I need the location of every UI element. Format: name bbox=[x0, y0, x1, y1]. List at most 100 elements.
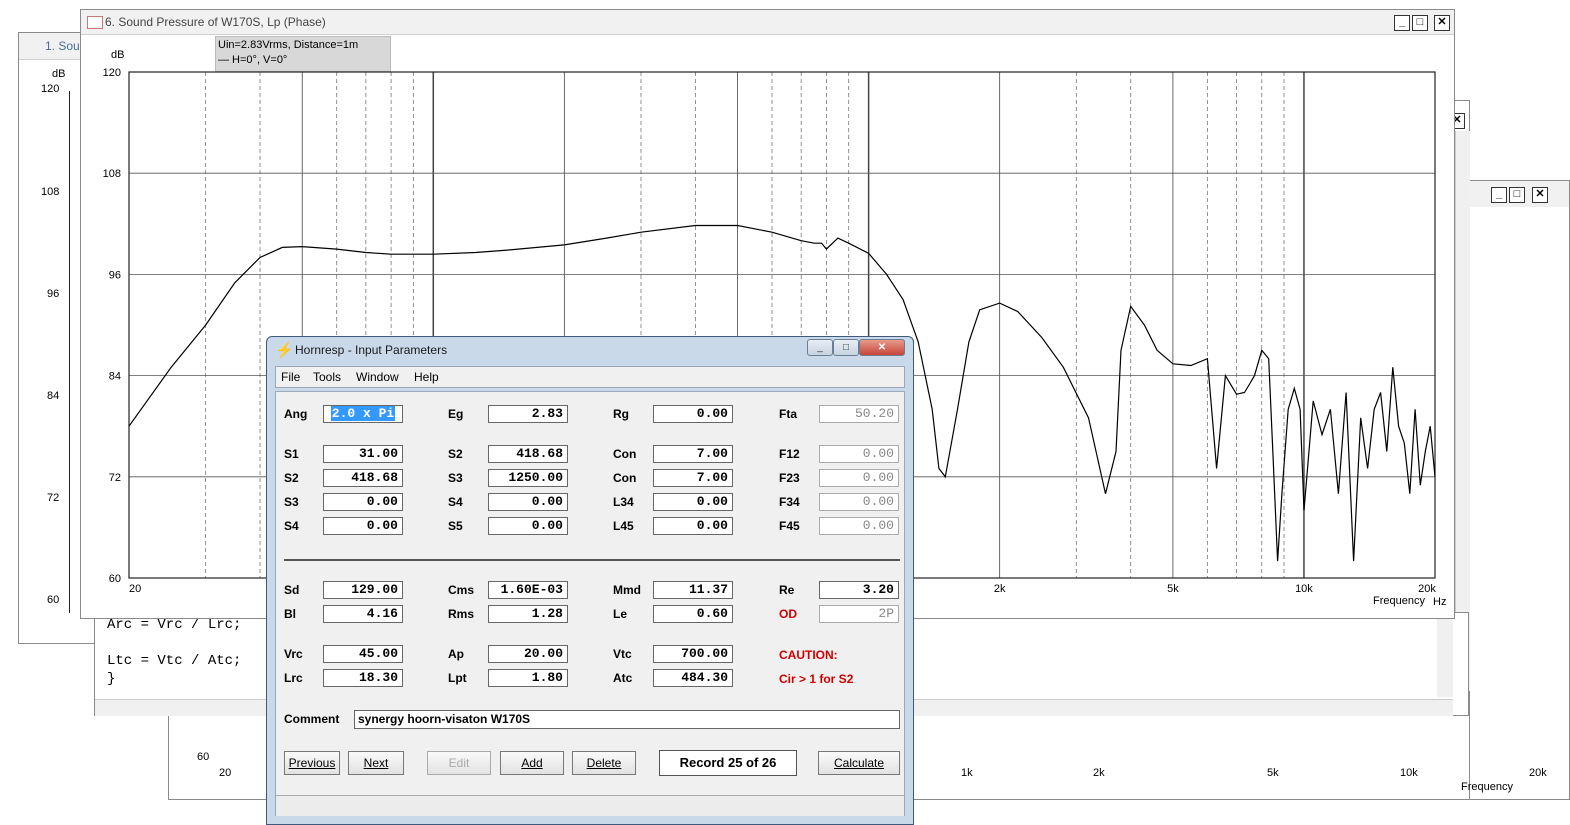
param-field-vtc[interactable]: 700.00 bbox=[653, 645, 733, 663]
param-field-f34[interactable]: 0.00 bbox=[819, 493, 899, 511]
param-label-s4: S4 bbox=[448, 495, 463, 509]
next-button[interactable]: Next bbox=[348, 751, 404, 775]
comment-label: Comment bbox=[284, 712, 340, 726]
close-button[interactable]: ✕ bbox=[1434, 15, 1450, 31]
param-field-mmd[interactable]: 11.37 bbox=[653, 581, 733, 599]
param-field-con[interactable]: 7.00 bbox=[653, 445, 733, 463]
x-tick: 20 bbox=[219, 767, 232, 779]
param-field-sd[interactable]: 129.00 bbox=[323, 581, 403, 599]
param-field-lpt[interactable]: 1.80 bbox=[488, 669, 568, 687]
param-field-rms[interactable]: 1.28 bbox=[488, 605, 568, 623]
menu-help[interactable]: Help bbox=[414, 370, 439, 384]
calculate-button[interactable]: Calculate bbox=[818, 751, 900, 775]
caution-text: Cir > 1 for S2 bbox=[779, 672, 854, 686]
param-field-bl[interactable]: 4.16 bbox=[323, 605, 403, 623]
param-field-con[interactable]: 7.00 bbox=[653, 469, 733, 487]
y-tick-label: 108 bbox=[103, 168, 121, 180]
param-field-cms[interactable]: 1.60E-03 bbox=[488, 581, 568, 599]
code-line: } bbox=[107, 671, 116, 687]
x-tick: 1k bbox=[961, 767, 973, 779]
maximize-button[interactable]: □ bbox=[1509, 187, 1525, 203]
param-label-ap: Ap bbox=[448, 647, 464, 661]
param-label-con: Con bbox=[613, 447, 637, 461]
next-label: Next bbox=[363, 756, 389, 770]
param-label-vtc: Vtc bbox=[613, 647, 632, 661]
param-field-re[interactable]: 3.20 bbox=[819, 581, 899, 599]
param-field-s1[interactable]: 31.00 bbox=[323, 445, 403, 463]
param-label-cms: Cms bbox=[448, 583, 475, 597]
param-field-fta[interactable]: 50.20 bbox=[819, 405, 899, 423]
param-field-le[interactable]: 0.60 bbox=[653, 605, 733, 623]
param-label-fta: Fta bbox=[779, 407, 797, 421]
param-label-f12: F12 bbox=[779, 447, 800, 461]
comment-value: synergy hoorn-visaton W170S bbox=[358, 712, 531, 726]
param-field-s3[interactable]: 1250.00 bbox=[488, 469, 568, 487]
param-label-l45: L45 bbox=[613, 519, 634, 533]
param-field-atc[interactable]: 484.30 bbox=[653, 669, 733, 687]
vertical-scrollbar[interactable] bbox=[1437, 617, 1453, 697]
comment-field[interactable]: synergy hoorn-visaton W170S bbox=[354, 710, 900, 729]
param-field-f45[interactable]: 0.00 bbox=[819, 517, 899, 535]
param-field-s2[interactable]: 418.68 bbox=[488, 445, 568, 463]
x-tick-label: 10k bbox=[1295, 583, 1313, 595]
param-label-mmd: Mmd bbox=[613, 583, 641, 597]
maximize-button[interactable]: □ bbox=[833, 339, 859, 356]
divider bbox=[284, 559, 900, 561]
y-tick-label: 120 bbox=[103, 67, 121, 79]
param-label-atc: Atc bbox=[613, 671, 633, 685]
minimize-button[interactable]: _ bbox=[1394, 15, 1410, 31]
param-label-le: Le bbox=[613, 607, 628, 621]
delete-button[interactable]: Delete bbox=[572, 751, 636, 775]
param-label-f23: F23 bbox=[779, 471, 800, 485]
param-label-s3: S3 bbox=[284, 495, 299, 509]
param-field-f23[interactable]: 0.00 bbox=[819, 469, 899, 487]
param-label-f45: F45 bbox=[779, 519, 800, 533]
param-field-od[interactable]: 2P bbox=[819, 605, 899, 623]
close-button[interactable]: ✕ bbox=[1532, 187, 1548, 203]
param-field-eg[interactable]: 2.83 bbox=[488, 405, 568, 423]
param-label-s2: S2 bbox=[284, 471, 299, 485]
parameters-panel: Ang 2.0 x Pi Eg 2.83 Rg 0.00 Fta 50.20 S1 31.00 S2… bbox=[275, 391, 905, 816]
param-field-s4[interactable]: 0.00 bbox=[323, 517, 403, 535]
edit-button[interactable]: Edit bbox=[427, 751, 491, 775]
y-tick: 96 bbox=[47, 288, 60, 300]
param-label-rms: Rms bbox=[448, 607, 475, 621]
param-field-s5[interactable]: 0.00 bbox=[488, 517, 568, 535]
param-field-l34[interactable]: 0.00 bbox=[653, 493, 733, 511]
param-label-con: Con bbox=[613, 471, 637, 485]
param-field-ap[interactable]: 20.00 bbox=[488, 645, 568, 663]
param-label-s4: S4 bbox=[284, 519, 299, 533]
param-field-s4[interactable]: 0.00 bbox=[488, 493, 568, 511]
previous-button[interactable]: Previous bbox=[284, 751, 340, 775]
x-axis-unit: Hz bbox=[1433, 596, 1446, 608]
menu-tools[interactable]: Tools bbox=[313, 370, 341, 384]
x-tick: 20k bbox=[1529, 767, 1547, 779]
menu-bar: File Tools Window Help bbox=[275, 366, 905, 388]
param-field-l45[interactable]: 0.00 bbox=[653, 517, 733, 535]
x-tick-label: 20 bbox=[129, 583, 141, 595]
param-field-lrc[interactable]: 18.30 bbox=[323, 669, 403, 687]
param-field-vrc[interactable]: 45.00 bbox=[323, 645, 403, 663]
param-field-s3[interactable]: 0.00 bbox=[323, 493, 403, 511]
param-label-od: OD bbox=[779, 607, 797, 621]
minimize-button[interactable]: _ bbox=[1491, 187, 1507, 203]
window-title: 6. Sound Pressure of W170S, Lp (Phase) bbox=[105, 15, 326, 29]
param-label-lrc: Lrc bbox=[284, 671, 303, 685]
param-field-s2[interactable]: 418.68 bbox=[323, 469, 403, 487]
param-field-rg[interactable]: 0.00 bbox=[653, 405, 733, 423]
close-button[interactable]: ✕ bbox=[859, 339, 905, 356]
param-label-s3: S3 bbox=[448, 471, 463, 485]
record-indicator: Record 25 of 26 bbox=[659, 750, 797, 776]
menu-file[interactable]: File bbox=[281, 370, 300, 384]
menu-window[interactable]: Window bbox=[356, 370, 399, 384]
y-tick-label: 72 bbox=[109, 472, 121, 484]
y-tick: 120 bbox=[41, 83, 60, 95]
param-field-f12[interactable]: 0.00 bbox=[819, 445, 899, 463]
param-field-ang[interactable]: 2.0 x Pi bbox=[323, 405, 403, 423]
add-button[interactable]: Add bbox=[500, 751, 564, 775]
maximize-button[interactable]: □ bbox=[1412, 15, 1428, 31]
edit-label: Edit bbox=[448, 756, 470, 770]
caution-title: CAUTION: bbox=[779, 648, 838, 662]
calculate-label: Calculate bbox=[833, 756, 885, 770]
minimize-button[interactable]: _ bbox=[807, 339, 833, 356]
